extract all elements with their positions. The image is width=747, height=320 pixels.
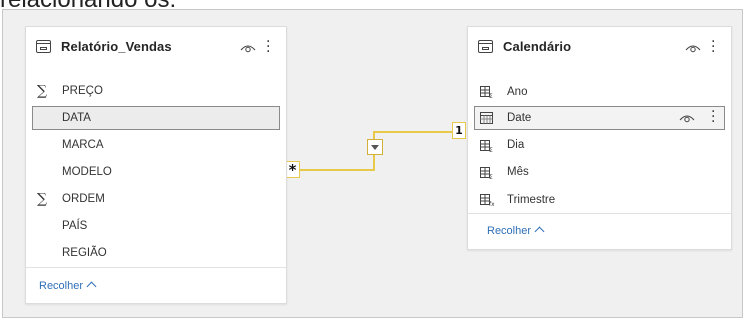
- field-ordem[interactable]: ORDEM: [62, 193, 105, 205]
- collapse-label: Recolher: [487, 225, 532, 237]
- table-title: Calendário: [503, 39, 572, 54]
- field-date[interactable]: Date: [507, 112, 531, 124]
- calculated-column-icon: fx: [480, 194, 494, 207]
- table-icon: [478, 40, 493, 53]
- card-footer-divider: [26, 267, 286, 268]
- eye-icon[interactable]: [240, 43, 256, 53]
- collapse-button[interactable]: Recolher: [487, 225, 545, 237]
- field-modelo[interactable]: MODELO: [62, 166, 112, 178]
- field-data[interactable]: DATA: [62, 112, 91, 124]
- sigma-icon: ∑: [37, 83, 47, 99]
- table-icon: [36, 40, 51, 53]
- chevron-up-icon: [534, 226, 545, 237]
- field-trimestre[interactable]: Trimestre: [507, 194, 555, 206]
- calculated-column-icon: Σ: [480, 86, 493, 99]
- svg-text:fx: fx: [489, 201, 494, 207]
- table-card-header[interactable]: Calendário · · ·: [468, 27, 731, 67]
- svg-text:Σ: Σ: [489, 174, 493, 180]
- chevron-up-icon: [86, 281, 97, 292]
- field-regiao[interactable]: REGIÃO: [62, 247, 107, 259]
- calendar-icon: [480, 112, 493, 124]
- sigma-icon: ∑: [37, 191, 47, 207]
- collapse-button[interactable]: Recolher: [39, 280, 97, 292]
- calculated-column-icon: Σ: [480, 140, 493, 153]
- one-cardinality-marker: 1: [452, 122, 466, 139]
- more-options-icon[interactable]: · · ·: [266, 35, 270, 59]
- collapse-label: Recolher: [39, 280, 84, 292]
- table-card-relatorio-vendas[interactable]: Relatório_Vendas · · · ∑ PREÇO DATA MARCA …: [25, 26, 287, 304]
- field-pais[interactable]: PAÍS: [62, 220, 87, 232]
- svg-text:Σ: Σ: [489, 147, 493, 153]
- field-preco[interactable]: PREÇO: [62, 85, 103, 97]
- field-ano[interactable]: Ano: [507, 86, 527, 98]
- more-options-icon[interactable]: · · ·: [711, 105, 715, 129]
- table-card-header[interactable]: Relatório_Vendas · · ·: [26, 27, 286, 67]
- relationship-line-right[interactable]: [373, 131, 453, 133]
- more-options-icon[interactable]: · · ·: [711, 35, 715, 59]
- cross-filter-direction-icon[interactable]: [367, 139, 383, 155]
- calculated-column-icon: Σ: [480, 167, 493, 180]
- field-marca[interactable]: MARCA: [62, 139, 104, 151]
- many-cardinality-marker: *: [285, 161, 300, 178]
- svg-text:Σ: Σ: [489, 93, 493, 99]
- field-mes[interactable]: Mês: [507, 166, 529, 178]
- field-dia[interactable]: Dia: [507, 139, 524, 151]
- eye-icon[interactable]: [679, 113, 695, 123]
- eye-icon[interactable]: [685, 43, 701, 53]
- card-footer-divider: [468, 213, 731, 214]
- table-title: Relatório_Vendas: [61, 39, 172, 54]
- table-card-calendario[interactable]: Calendário · · · Σ Ano Date · · · Σ Dia Σ: [467, 26, 732, 250]
